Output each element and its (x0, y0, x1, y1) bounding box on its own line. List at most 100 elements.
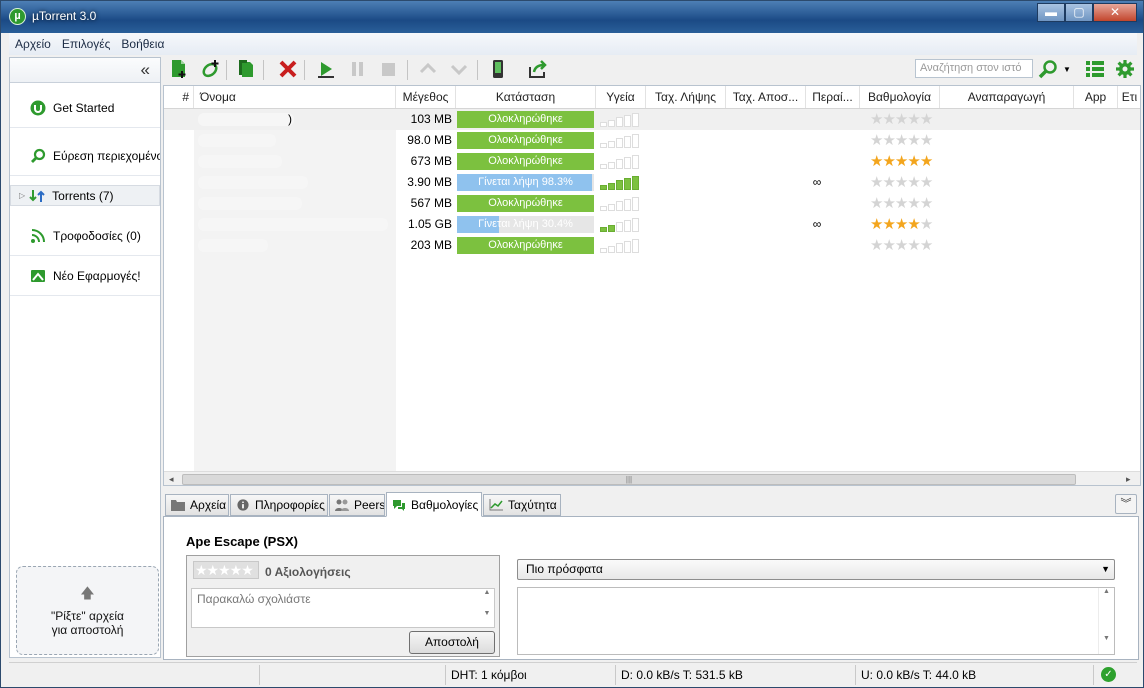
rating-stars[interactable]: ★★★★★ (870, 195, 933, 212)
title-bar[interactable]: µ µTorrent 3.0 ▬ ▢ ✕ (1, 1, 1143, 33)
comments-list[interactable]: ▲ ▼ (517, 587, 1115, 655)
col-label[interactable]: Ετι (1118, 86, 1140, 108)
move-up-button[interactable] (417, 58, 439, 80)
collapse-detail-button[interactable]: ︾ (1115, 494, 1137, 514)
table-row[interactable]: 203 MB Ολοκληρώθηκε ★★★★★ (164, 235, 1140, 256)
col-up-speed[interactable]: Ταχ. Αποσ... (726, 86, 806, 108)
menu-help[interactable]: Βοήθεια (121, 37, 164, 51)
health-bar (632, 238, 639, 253)
tab-peers[interactable]: Peers (329, 494, 385, 516)
table-row[interactable]: ) 103 MB Ολοκληρώθηκε ★★★★★ (164, 109, 1140, 130)
health-bar (600, 185, 607, 190)
col-down-speed[interactable]: Ταχ. Λήψης (646, 86, 726, 108)
pause-button[interactable] (346, 58, 368, 80)
add-torrent-button[interactable] (168, 58, 190, 80)
tab-speed[interactable]: Ταχύτητα (483, 494, 561, 516)
col-size[interactable]: Μέγεθος (396, 86, 456, 108)
share-button[interactable] (527, 58, 549, 80)
table-header: # Όνομα Μέγεθος Κατάσταση Υγεία Ταχ. Λήψ… (164, 86, 1140, 109)
menu-options[interactable]: Επιλογές (62, 37, 111, 51)
search-button[interactable] (1037, 58, 1059, 80)
torrent-status: Ολοκληρώθηκε (457, 111, 594, 128)
add-torrent-url-button[interactable] (199, 58, 221, 80)
table-row[interactable]: 3.90 MB Γίνεται λήψη 98.3% ∞ ★★★★★ (164, 172, 1140, 193)
sort-select-value: Πιο πρόσφατα (526, 562, 603, 576)
scrollbar-thumb[interactable]: ||| (182, 474, 1076, 485)
col-playback[interactable]: Αναπαραγωγή (940, 86, 1074, 108)
start-button[interactable] (315, 58, 337, 80)
col-health[interactable]: Υγεία (596, 86, 646, 108)
search-input[interactable]: Αναζήτηση στον ιστό (915, 59, 1033, 78)
torrent-list[interactable]: # Όνομα Μέγεθος Κατάσταση Υγεία Ταχ. Λήψ… (163, 85, 1141, 486)
rating-stars[interactable]: ★★★★★ (870, 237, 933, 254)
search-icon (1038, 60, 1057, 79)
scroll-right-icon[interactable]: ▸ (1126, 472, 1131, 485)
create-torrent-button[interactable] (235, 58, 257, 80)
star-icon: ★ (894, 174, 908, 191)
rating-stars[interactable]: ★★★★★ (870, 153, 933, 170)
scroll-left-icon[interactable]: ◂ (169, 472, 174, 485)
expand-arrow-icon[interactable]: ▷ (19, 191, 25, 200)
star-icon: ★ (870, 216, 883, 233)
rating-stars[interactable]: ★★★★★ (870, 132, 933, 149)
rating-stars[interactable]: ★★★★★ (870, 216, 933, 233)
health-bar (600, 206, 607, 211)
list-view-button[interactable] (1084, 58, 1106, 80)
tab-info[interactable]: Πληροφορίες (230, 494, 328, 516)
sidebar-item-find-content[interactable]: Εύρεση περιεχομένου (10, 136, 160, 176)
comment-textarea[interactable]: Παρακαλώ σχολιάστε ▲ ▼ (191, 588, 495, 628)
star-icon: ★ (919, 216, 933, 233)
stop-button[interactable] (377, 58, 399, 80)
upload-status[interactable]: U: 0.0 kB/s T: 44.0 kB (861, 668, 976, 682)
download-status[interactable]: D: 0.0 kB/s T: 531.5 kB (621, 668, 743, 682)
info-icon (237, 499, 249, 511)
table-row[interactable]: 1.05 GB Γίνεται λήψη 30.4% ∞ ★★★★★ (164, 214, 1140, 235)
table-row[interactable]: 98.0 MB Ολοκληρώθηκε ★★★★★ (164, 130, 1140, 151)
send-comment-button[interactable]: Αποστολή (409, 631, 495, 654)
toolbar: Αναζήτηση στον ιστό ▼ (163, 57, 1137, 83)
drop-files-zone[interactable]: 🡅 "Ρίξτε" αρχεία για αποστολή (16, 566, 159, 655)
col-app[interactable]: App (1074, 86, 1118, 108)
remote-device-button[interactable] (487, 58, 509, 80)
search-provider-dropdown[interactable]: ▼ (1061, 58, 1073, 80)
col-rating[interactable]: Βαθμολογία (860, 86, 940, 108)
close-button[interactable]: ✕ (1093, 3, 1137, 22)
rating-stars-input[interactable]: ★★★★★ (193, 561, 259, 579)
col-name[interactable]: Όνομα (194, 86, 396, 108)
move-down-button[interactable] (448, 58, 470, 80)
maximize-button[interactable]: ▢ (1065, 3, 1093, 22)
star-icon: ★ (907, 111, 920, 128)
col-eta[interactable]: Περαί... (806, 86, 860, 108)
star-icon: ★ (882, 111, 895, 128)
comment-sort-select[interactable]: Πιο πρόσφατα ▼ (517, 559, 1115, 580)
minimize-button[interactable]: ▬ (1037, 3, 1065, 22)
health-bar (616, 222, 623, 232)
collapse-sidebar-icon[interactable]: « (141, 60, 150, 80)
table-row[interactable]: 673 MB Ολοκληρώθηκε ★★★★★ (164, 151, 1140, 172)
tab-ratings[interactable]: Βαθμολογίες (386, 492, 482, 517)
sidebar-item-apps[interactable]: Νέο Εφαρμογές! (10, 256, 160, 296)
table-row[interactable]: 567 MB Ολοκληρώθηκε ★★★★★ (164, 193, 1140, 214)
remove-torrent-button[interactable] (277, 58, 299, 80)
comment-scrollbar[interactable]: ▲ ▼ (480, 589, 494, 627)
rating-stars[interactable]: ★★★★★ (870, 111, 933, 128)
ratings-panel: Ape Escape (PSX) ★★★★★ 0 Αξιολογήσεις Πα… (163, 516, 1139, 660)
comments-scrollbar[interactable]: ▲ ▼ (1098, 588, 1114, 654)
menu-file[interactable]: Αρχείο (15, 37, 51, 51)
col-status[interactable]: Κατάσταση (456, 86, 596, 108)
horizontal-scrollbar[interactable]: ◂ ||| ▸ (164, 471, 1140, 485)
sidebar-item-feeds[interactable]: Τροφοδοσίες (0) (10, 216, 160, 256)
sidebar-item-torrents[interactable]: ▷ Torrents (7) (10, 185, 160, 206)
torrent-name-redacted (198, 176, 308, 189)
star-icon: ★ (882, 132, 895, 149)
col-number[interactable]: # (164, 86, 194, 108)
toolbar-separator (263, 60, 264, 80)
dropzone-line-1: "Ρίξτε" αρχεία (50, 609, 124, 623)
tab-files[interactable]: Αρχεία (165, 494, 229, 516)
network-ok-icon[interactable]: ✓ (1101, 667, 1116, 682)
sidebar-item-get-started[interactable]: Get Started (10, 88, 160, 128)
rating-stars[interactable]: ★★★★★ (870, 174, 933, 191)
settings-button[interactable] (1114, 58, 1136, 80)
health-bar (600, 227, 607, 232)
tab-label: Βαθμολογίες (411, 497, 479, 512)
